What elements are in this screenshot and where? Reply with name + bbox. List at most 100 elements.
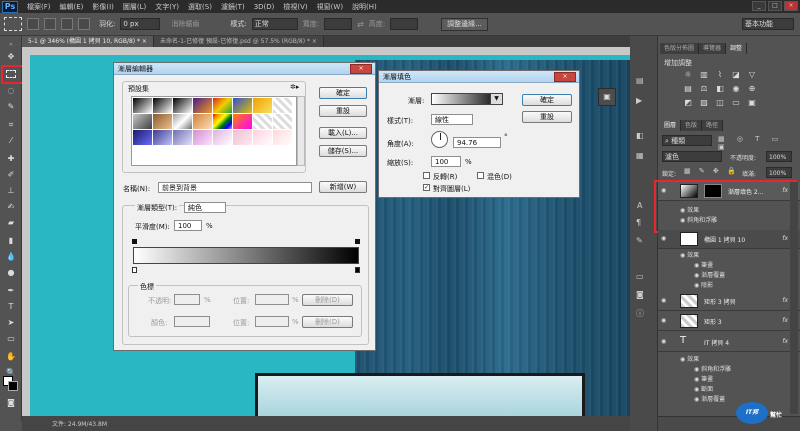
marquee-tool-preset-icon[interactable] xyxy=(4,17,22,31)
tool-presets-icon[interactable]: ▭ xyxy=(636,272,644,281)
fx-icon[interactable]: fx xyxy=(782,297,788,304)
gradient-type-select[interactable]: 純色 xyxy=(184,202,226,213)
layer-row[interactable]: ◉ 矩形 3 拷貝 fx xyxy=(658,292,800,311)
overlay-scale-input[interactable]: 100 xyxy=(431,156,461,167)
overlay-ok-button[interactable]: 確定 xyxy=(522,94,572,106)
layer-row[interactable]: ◉ 矩形 3 fx xyxy=(658,312,800,331)
photo-filter-icon[interactable]: ◉ xyxy=(728,84,744,98)
brush-panel-icon[interactable]: ✎ xyxy=(636,236,643,245)
eyedropper-tool-icon[interactable]: ⁄ xyxy=(4,134,18,147)
eraser-tool-icon[interactable]: ▰ xyxy=(4,216,18,229)
visibility-eye-icon[interactable]: ◉ xyxy=(661,235,670,242)
opacity-stop-right[interactable] xyxy=(355,239,360,244)
align-layer-checkbox[interactable]: ✓ xyxy=(423,184,430,191)
posterize-icon[interactable]: ▨ xyxy=(696,98,712,112)
black-white-icon[interactable]: ◧ xyxy=(712,84,728,98)
visibility-eye-icon[interactable]: ◉ xyxy=(661,338,670,345)
swatches-panel-icon[interactable]: ▦ xyxy=(636,151,644,160)
color-stop-left[interactable] xyxy=(132,267,137,273)
quick-mask-icon[interactable]: ◙ xyxy=(4,396,18,409)
threshold-icon[interactable]: ◫ xyxy=(712,98,728,112)
preset-swatch[interactable] xyxy=(273,114,292,129)
subtract-selection-icon[interactable] xyxy=(61,18,73,30)
gradient-map-icon[interactable]: ▭ xyxy=(728,98,744,112)
layer-kind-filter[interactable]: ⌕ 種類 xyxy=(662,135,712,146)
overlay-reset-button[interactable]: 重設 xyxy=(522,111,572,123)
color-panel-icon[interactable]: ◧ xyxy=(636,131,644,140)
preset-swatch[interactable] xyxy=(253,98,272,113)
vibrance-icon[interactable]: ▽ xyxy=(744,70,760,84)
tab-paths[interactable]: 路徑 xyxy=(702,120,724,131)
opacity-input[interactable]: 100% xyxy=(766,151,792,162)
preset-swatch[interactable] xyxy=(153,114,172,129)
presets-menu-icon[interactable]: ✲▸ xyxy=(290,83,299,91)
channel-mixer-icon[interactable]: ⊕ xyxy=(744,84,760,98)
exposure-icon[interactable]: ◪ xyxy=(728,70,744,84)
hue-sat-icon[interactable]: ▤ xyxy=(680,84,696,98)
overlay-angle-input[interactable]: 94.76 xyxy=(453,137,501,148)
blur-tool-icon[interactable]: 💧 xyxy=(4,250,18,263)
preset-swatch[interactable] xyxy=(253,114,272,129)
character-panel-icon[interactable]: A xyxy=(637,201,642,210)
gradient-name-input[interactable]: 前景到背景 xyxy=(158,182,312,193)
layer-row[interactable]: ◉ 橢圓 1 拷貝 10 fx xyxy=(658,230,800,249)
healing-tool-icon[interactable]: ✚ xyxy=(4,152,18,165)
overlay-gradient-dropdown-icon[interactable]: ▼ xyxy=(490,93,503,105)
gradient-overlay-close-icon[interactable]: × xyxy=(554,72,576,82)
gradient-reset-button[interactable]: 重設 xyxy=(319,105,367,117)
height-input[interactable] xyxy=(390,18,419,30)
gradient-preview-bar[interactable] xyxy=(133,247,359,264)
clone-stamp-tool-icon[interactable]: ⊥ xyxy=(4,184,18,197)
clone-source-icon[interactable]: ◙ xyxy=(636,290,644,299)
preset-swatch[interactable] xyxy=(233,98,252,113)
menu-help[interactable]: 說明(H) xyxy=(352,2,377,12)
workspace-select[interactable]: 基本功能 xyxy=(742,18,794,30)
menu-file[interactable]: 檔案(F) xyxy=(27,2,51,12)
info-panel-icon[interactable]: ⓘ xyxy=(636,308,644,319)
floating-panel-icon[interactable]: ▣ xyxy=(598,88,616,106)
gradient-ok-button[interactable]: 確定 xyxy=(319,87,367,99)
color-balance-icon[interactable]: ⚖ xyxy=(696,84,712,98)
tab-adjustments[interactable]: 調整 xyxy=(726,43,748,54)
menu-select[interactable]: 選取(S) xyxy=(188,2,212,12)
preset-swatch[interactable] xyxy=(153,98,172,113)
tab-doc-5-1[interactable]: 5-1 @ 346% (橢圓 1 拷貝 10, RGB/8) * × xyxy=(22,36,154,47)
width-input[interactable] xyxy=(324,18,353,30)
tab-doc-untitled[interactable]: 未命名-1-已修復 預設-已修復.psd @ 57.5% (RGB/8) * × xyxy=(153,36,324,47)
preset-swatch[interactable] xyxy=(213,114,232,129)
close-icon[interactable]: × xyxy=(784,1,798,11)
levels-icon[interactable]: ▥ xyxy=(696,70,712,84)
visibility-eye-icon[interactable]: ◉ xyxy=(661,317,670,324)
preset-swatch[interactable] xyxy=(133,130,152,145)
fx-icon[interactable]: fx xyxy=(782,235,788,242)
gradient-editor-close-icon[interactable]: × xyxy=(350,64,372,74)
background-color-swatch[interactable] xyxy=(8,381,18,391)
visibility-eye-icon[interactable]: ◉ xyxy=(661,297,670,304)
curves-icon[interactable]: ⌇ xyxy=(712,70,728,84)
layer-row[interactable]: ◉ T IT 拷貝 4 fx xyxy=(658,333,800,352)
preset-swatch[interactable] xyxy=(233,130,252,145)
preset-swatch[interactable] xyxy=(193,130,212,145)
actions-panel-icon[interactable]: ▶ xyxy=(636,96,642,105)
tab-layers[interactable]: 圖層 xyxy=(660,120,682,131)
invert-icon[interactable]: ◩ xyxy=(680,98,696,112)
move-tool-icon[interactable]: ✥ xyxy=(4,50,18,63)
intersect-selection-icon[interactable] xyxy=(78,18,90,30)
reverse-checkbox[interactable] xyxy=(423,172,430,179)
preset-swatch[interactable] xyxy=(173,114,192,129)
preset-swatch[interactable] xyxy=(233,114,252,129)
history-panel-icon[interactable]: ▤ xyxy=(636,76,644,85)
gradient-save-button[interactable]: 儲存(S)... xyxy=(319,145,367,157)
brush-tool-icon[interactable]: ✐ xyxy=(4,168,18,181)
preset-swatch[interactable] xyxy=(193,98,212,113)
filter-icons[interactable]: ▦ ◎ T ▭ ▣ xyxy=(718,135,788,151)
style-select[interactable]: 正常 xyxy=(251,18,298,30)
color-stop-right[interactable] xyxy=(355,267,360,273)
crop-tool-icon[interactable]: ⌗ xyxy=(4,118,18,131)
preset-swatch[interactable] xyxy=(253,130,272,145)
swap-icon[interactable]: ⇄ xyxy=(357,20,364,29)
pen-tool-icon[interactable]: ✒ xyxy=(4,284,18,297)
lock-icons[interactable]: ▦ ✎ ✥ 🔒 xyxy=(684,167,739,175)
menu-type[interactable]: 文字(Y) xyxy=(155,2,179,12)
quick-select-tool-icon[interactable]: ✎ xyxy=(4,100,18,113)
